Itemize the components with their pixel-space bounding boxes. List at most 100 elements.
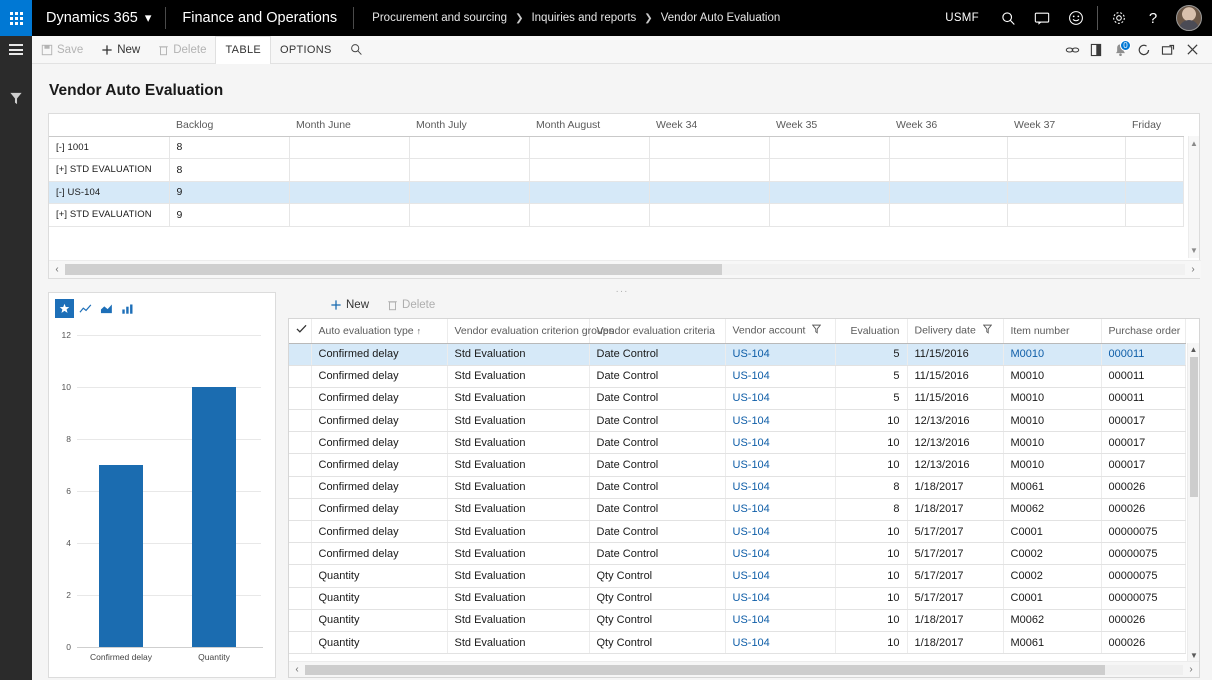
cell-vendor-account[interactable]: US-104 [725, 343, 835, 365]
table-row[interactable]: [+] STD EVALUATION 9 [49, 204, 1183, 227]
app-launcher-icon[interactable] [0, 0, 32, 36]
table-row[interactable]: QuantityStd EvaluationQty ControlUS-1041… [289, 587, 1185, 609]
save-button[interactable]: Save [32, 36, 92, 64]
matrix-col-month-august[interactable]: Month August [529, 114, 649, 136]
table-row[interactable]: Confirmed delayStd EvaluationDate Contro… [289, 432, 1185, 454]
cell-purchase-order[interactable]: 000017 [1101, 454, 1185, 476]
table-row[interactable]: Confirmed delayStd EvaluationDate Contro… [289, 365, 1185, 387]
matrix-col-week-36[interactable]: Week 36 [889, 114, 1007, 136]
cell-item-number[interactable]: M0061 [1003, 476, 1101, 498]
matrix-col-week-35[interactable]: Week 35 [769, 114, 889, 136]
table-row-selected[interactable]: [-] US-104 9 [49, 181, 1183, 204]
company-selector[interactable]: USMF [933, 12, 991, 24]
cell-purchase-order[interactable]: 000026 [1101, 498, 1185, 520]
cell-purchase-order[interactable]: 000026 [1101, 631, 1185, 653]
avatar[interactable] [1176, 5, 1202, 31]
cell-vendor-account[interactable]: US-104 [725, 410, 835, 432]
col-criterion-groups[interactable]: Vendor evaluation criterion groups [447, 319, 589, 343]
cell-purchase-order[interactable]: 000017 [1101, 410, 1185, 432]
scroll-left-icon[interactable]: ‹ [289, 664, 305, 675]
cell-purchase-order[interactable]: 00000075 [1101, 587, 1185, 609]
table-row[interactable]: Confirmed delayStd EvaluationDate Contro… [289, 410, 1185, 432]
matrix-horizontal-scrollbar[interactable]: ‹ › [49, 260, 1201, 278]
cell-vendor-account[interactable]: US-104 [725, 543, 835, 565]
chevron-down-icon[interactable]: ▼ [1188, 649, 1200, 661]
matrix-row-label[interactable]: [-] US-104 [49, 181, 169, 204]
cell-item-number[interactable]: M0010 [1003, 343, 1101, 365]
notifications-icon[interactable]: 0 [1108, 36, 1132, 64]
close-icon[interactable] [1180, 36, 1204, 64]
cell-vendor-account[interactable]: US-104 [725, 476, 835, 498]
table-row[interactable]: [+] STD EVALUATION 8 [49, 159, 1183, 182]
matrix-col-week-34[interactable]: Week 34 [649, 114, 769, 136]
table-row[interactable]: [-] 1001 8 [49, 136, 1183, 159]
popout-icon[interactable] [1156, 36, 1180, 64]
col-purchase-order[interactable]: Purchase order [1101, 319, 1185, 343]
table-row[interactable]: Confirmed delayStd EvaluationDate Contro… [289, 498, 1185, 520]
cell-vendor-account[interactable]: US-104 [725, 432, 835, 454]
table-row-selected[interactable]: Confirmed delayStd EvaluationDate Contro… [289, 343, 1185, 365]
cell-vendor-account[interactable]: US-104 [725, 631, 835, 653]
cell-vendor-account[interactable]: US-104 [725, 365, 835, 387]
scroll-right-icon[interactable]: › [1185, 264, 1201, 275]
bar-confirmed-delay[interactable] [99, 465, 143, 647]
cell-item-number[interactable]: M0062 [1003, 498, 1101, 520]
cell-item-number[interactable]: M0010 [1003, 454, 1101, 476]
col-vendor-account[interactable]: Vendor account [725, 319, 835, 343]
cell-item-number[interactable]: M0061 [1003, 631, 1101, 653]
table-row[interactable]: Confirmed delayStd EvaluationDate Contro… [289, 454, 1185, 476]
chart-line-icon[interactable] [76, 299, 95, 318]
cell-vendor-account[interactable]: US-104 [725, 565, 835, 587]
row-select-checkbox[interactable] [289, 387, 311, 409]
row-select-checkbox[interactable] [289, 498, 311, 520]
chevron-down-icon[interactable]: ▼ [1190, 246, 1198, 258]
matrix-col-0[interactable] [49, 114, 169, 136]
col-delivery-date[interactable]: Delivery date [907, 319, 1003, 343]
chevron-up-icon[interactable]: ▲ [1188, 343, 1199, 355]
cell-purchase-order[interactable]: 000026 [1101, 609, 1185, 631]
row-select-checkbox[interactable] [289, 454, 311, 476]
col-evaluation[interactable]: Evaluation [835, 319, 907, 343]
row-select-checkbox[interactable] [289, 343, 311, 365]
cell-vendor-account[interactable]: US-104 [725, 587, 835, 609]
cell-purchase-order[interactable]: 00000075 [1101, 543, 1185, 565]
breadcrumb-item-0[interactable]: Procurement and sourcing [372, 12, 507, 24]
matrix-hscroll-thumb[interactable] [65, 264, 722, 275]
filter-funnel-icon[interactable] [812, 324, 821, 337]
reading-view-icon[interactable] [1084, 36, 1108, 64]
matrix-col-month-june[interactable]: Month June [289, 114, 409, 136]
filter-funnel-icon-2[interactable] [983, 324, 992, 337]
col-auto-evaluation-type[interactable]: Auto evaluation type ↑ [311, 319, 447, 343]
cell-vendor-account[interactable]: US-104 [725, 498, 835, 520]
search-icon[interactable] [991, 0, 1025, 36]
cell-vendor-account[interactable]: US-104 [725, 387, 835, 409]
matrix-col-week-37[interactable]: Week 37 [1007, 114, 1125, 136]
chevron-up-icon[interactable]: ▲ [1190, 136, 1198, 148]
table-row[interactable]: Confirmed delayStd EvaluationDate Contro… [289, 387, 1185, 409]
cell-item-number[interactable]: C0001 [1003, 521, 1101, 543]
new-button[interactable]: New [92, 36, 149, 64]
row-select-checkbox[interactable] [289, 476, 311, 498]
chart-area-icon[interactable] [97, 299, 116, 318]
matrix-vertical-scrollbar[interactable]: ▲ ▼ [1188, 136, 1199, 258]
col-evaluation-criteria[interactable]: Vendor evaluation criteria [589, 319, 725, 343]
table-row[interactable]: QuantityStd EvaluationQty ControlUS-1041… [289, 565, 1185, 587]
row-select-checkbox[interactable] [289, 432, 311, 454]
chart-default-icon[interactable] [55, 299, 74, 318]
matrix-col-backlog[interactable]: Backlog [169, 114, 289, 136]
brand-menu[interactable]: Dynamics 365 ▾ [32, 0, 165, 36]
col-item-number[interactable]: Item number [1003, 319, 1101, 343]
matrix-row-label[interactable]: [-] 1001 [49, 136, 169, 159]
matrix-col-friday[interactable]: Friday [1125, 114, 1183, 136]
select-all-checkmark-icon[interactable] [289, 319, 311, 343]
row-select-checkbox[interactable] [289, 565, 311, 587]
grid-vertical-scrollbar[interactable]: ▲ ▼ [1187, 343, 1199, 661]
grid-hscroll-thumb[interactable] [305, 665, 1105, 675]
table-row[interactable]: Confirmed delayStd EvaluationDate Contro… [289, 521, 1185, 543]
cell-item-number[interactable]: C0001 [1003, 587, 1101, 609]
grid-hscroll-track[interactable] [305, 665, 1183, 675]
table-row[interactable]: QuantityStd EvaluationQty ControlUS-1041… [289, 609, 1185, 631]
gear-icon[interactable] [1102, 0, 1136, 36]
matrix-row-label[interactable]: [+] STD EVALUATION [49, 204, 169, 227]
scroll-right-icon[interactable]: › [1183, 664, 1199, 675]
